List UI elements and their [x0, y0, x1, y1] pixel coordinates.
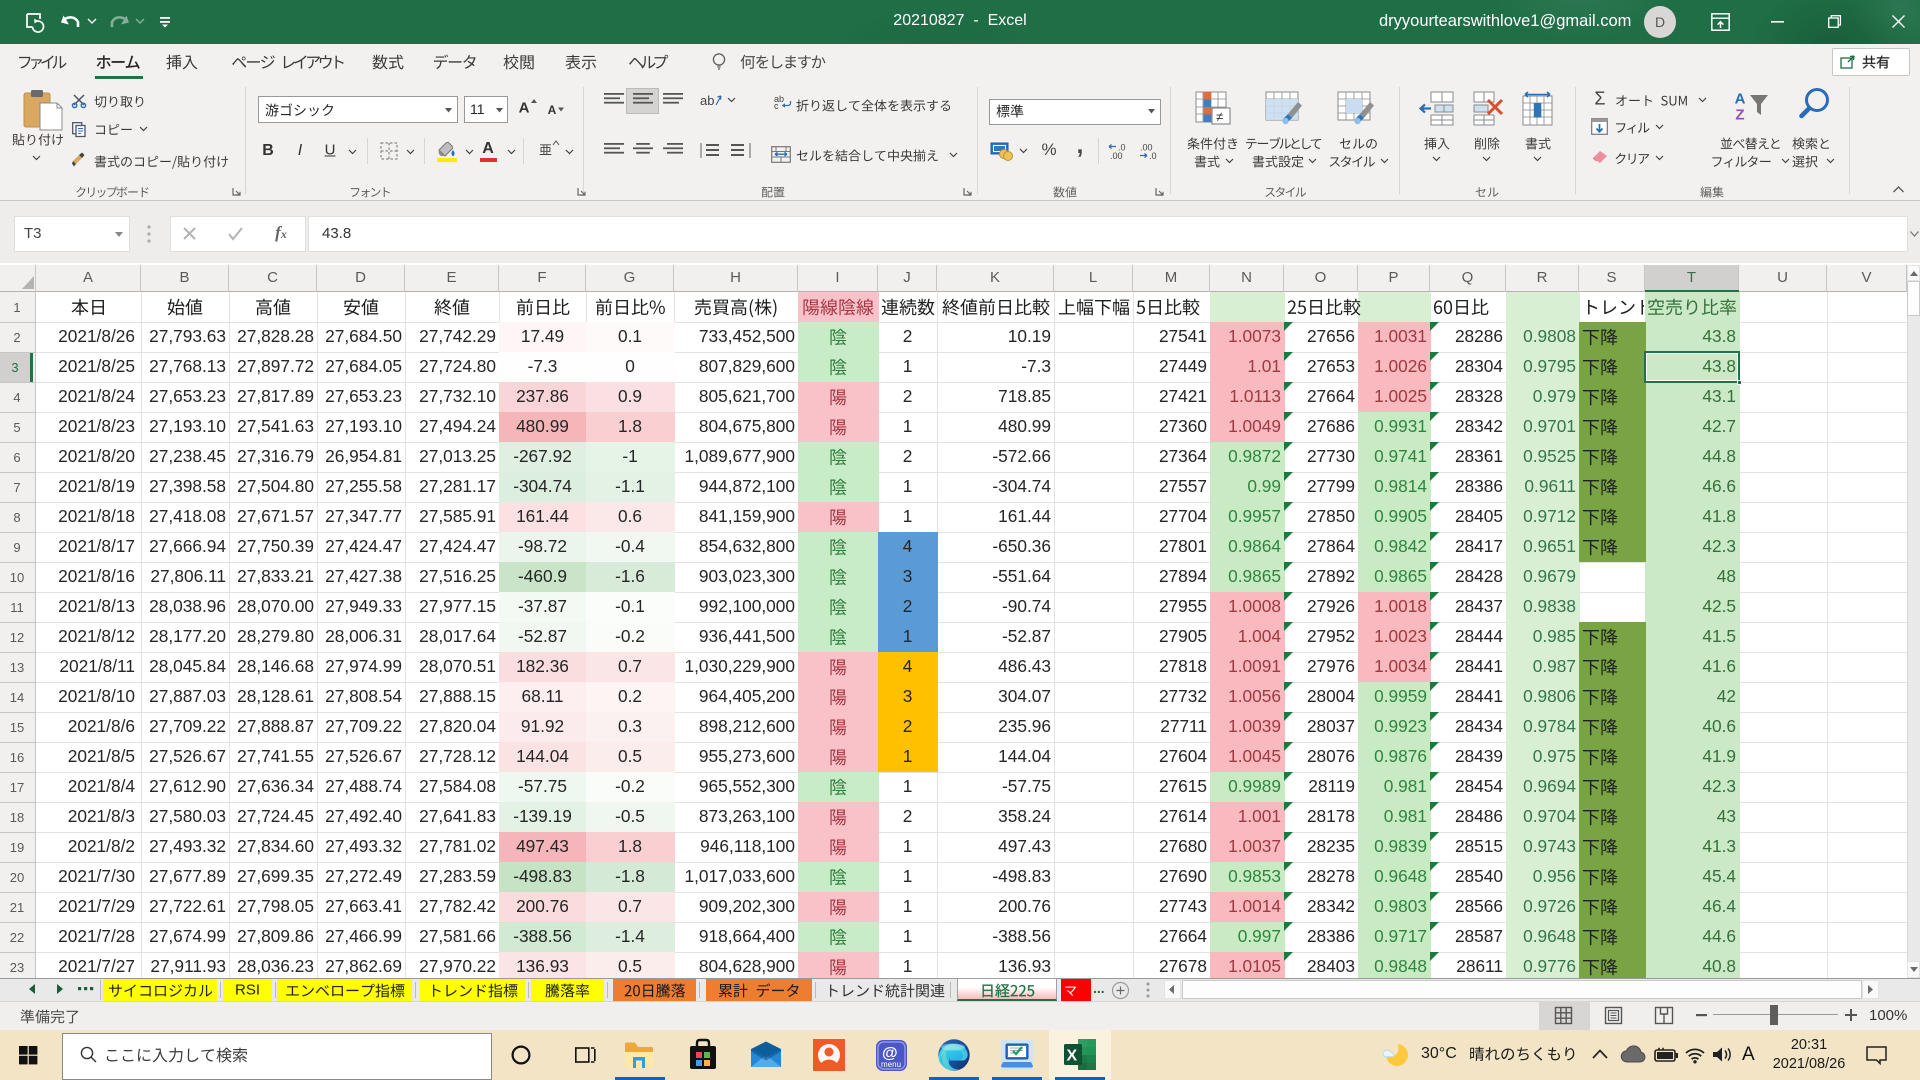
svg-text:≠: ≠: [1216, 109, 1223, 124]
svg-text:.00: .00: [1110, 151, 1123, 161]
svg-text:X: X: [1067, 1048, 1078, 1065]
svg-text:menu: menu: [881, 1060, 901, 1069]
svg-text:c: c: [774, 101, 779, 111]
svg-text:ab: ab: [700, 93, 714, 108]
svg-text:.0: .0: [1149, 151, 1157, 161]
